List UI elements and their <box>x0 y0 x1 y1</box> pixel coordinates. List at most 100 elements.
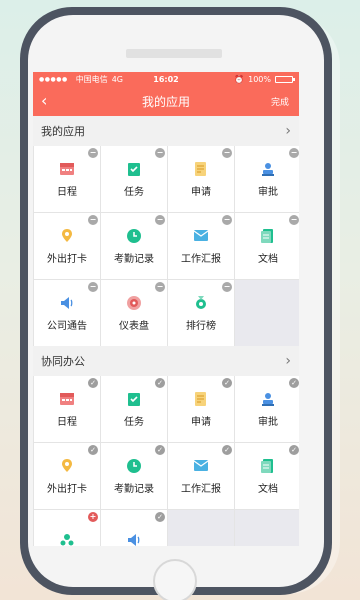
report-icon <box>193 229 209 241</box>
document-icon <box>261 228 273 243</box>
app-tile[interactable]: 排行榜 − <box>168 280 234 346</box>
attendance-icon <box>127 458 141 473</box>
app-tile[interactable]: 工作汇报 ✓ <box>168 443 234 509</box>
app-tile[interactable]: 日程 − <box>34 146 100 212</box>
app-tile-label: 文档 <box>258 253 278 265</box>
remove-badge-icon[interactable]: − <box>88 215 98 225</box>
app-tile[interactable]: 考勤记录 − <box>101 213 167 279</box>
chevron-right-icon: › <box>285 353 291 369</box>
nav-bar: ‹ 我的应用 完成 <box>33 86 299 116</box>
app-tile-label: 审批 <box>258 416 278 428</box>
app-tile[interactable]: ✓ <box>101 510 167 546</box>
app-tile[interactable]: 公司通告 − <box>34 280 100 346</box>
app-tile[interactable]: 仪表盘 − <box>101 280 167 346</box>
ranking-icon <box>196 295 206 309</box>
check-badge-icon[interactable]: ✓ <box>289 378 299 388</box>
chevron-right-icon: › <box>285 123 291 139</box>
app-tile[interactable]: 工作汇报 − <box>168 213 234 279</box>
app-tile[interactable]: 文档 − <box>235 213 299 279</box>
remove-badge-icon[interactable]: − <box>222 148 232 158</box>
app-tile-label: 考勤记录 <box>114 483 154 495</box>
alarm-icon: ⏰ <box>234 74 245 84</box>
check-badge-icon[interactable]: ✓ <box>155 378 165 388</box>
people-icon <box>60 534 74 546</box>
speaker-slot <box>126 49 222 58</box>
section-header-collab[interactable]: 协同办公 › <box>33 346 299 376</box>
app-tile-label: 申请 <box>191 186 211 198</box>
back-chevron-icon[interactable]: ‹ <box>41 91 47 110</box>
my-apps-grid: 日程 − 任务 − 申请 − 审批 − 外出打卡 − 考勤记录 − 工作汇报 − 文档 − 公司通告 − 仪表盘 − 排… <box>33 146 299 346</box>
remove-badge-icon[interactable]: − <box>222 282 232 292</box>
collab-grid: 日程 ✓ 任务 ✓ 申请 ✓ 审批 ✓ 外出打卡 ✓ 考勤记录 ✓ 工作汇报 ✓ 文档 ✓ + ✓ <box>33 376 299 546</box>
app-tile[interactable]: + <box>34 510 100 546</box>
app-tile[interactable]: 考勤记录 ✓ <box>101 443 167 509</box>
app-tile-label: 任务 <box>124 186 144 198</box>
empty-tile <box>235 280 299 346</box>
add-badge-icon[interactable]: + <box>88 512 98 522</box>
empty-tile <box>235 510 299 546</box>
app-tile-label: 外出打卡 <box>47 483 87 495</box>
app-tile[interactable]: 审批 − <box>235 146 299 212</box>
check-badge-icon[interactable]: ✓ <box>88 445 98 455</box>
app-tile-label: 工作汇报 <box>181 483 221 495</box>
announcement-icon <box>128 534 140 546</box>
approve-icon <box>262 392 274 406</box>
app-tile-label: 仪表盘 <box>119 320 149 332</box>
checkin-icon <box>62 458 72 472</box>
checkin-icon <box>62 228 72 242</box>
app-tile[interactable]: 审批 ✓ <box>235 376 299 442</box>
app-tile[interactable]: 任务 ✓ <box>101 376 167 442</box>
battery-percent: 100% <box>248 74 271 84</box>
check-badge-icon[interactable]: ✓ <box>155 445 165 455</box>
app-tile[interactable]: 外出打卡 − <box>34 213 100 279</box>
app-tile[interactable]: 任务 − <box>101 146 167 212</box>
task-icon <box>128 392 140 406</box>
apply-icon <box>195 161 206 176</box>
check-badge-icon[interactable]: ✓ <box>155 512 165 522</box>
app-tile-label: 任务 <box>124 416 144 428</box>
remove-badge-icon[interactable]: − <box>289 148 299 158</box>
remove-badge-icon[interactable]: − <box>88 148 98 158</box>
section-title: 我的应用 <box>41 125 85 138</box>
app-tile-label: 文档 <box>258 483 278 495</box>
report-icon <box>193 459 209 471</box>
app-tile-label: 考勤记录 <box>114 253 154 265</box>
calendar-icon <box>60 392 74 405</box>
dashboard-icon <box>127 295 141 310</box>
app-tile[interactable]: 申请 − <box>168 146 234 212</box>
remove-badge-icon[interactable]: − <box>155 215 165 225</box>
app-tile[interactable]: 外出打卡 ✓ <box>34 443 100 509</box>
section-title: 协同办公 <box>41 355 85 368</box>
remove-badge-icon[interactable]: − <box>155 148 165 158</box>
attendance-icon <box>127 228 141 243</box>
check-badge-icon[interactable]: ✓ <box>222 445 232 455</box>
empty-tile <box>168 510 234 546</box>
page-title: 我的应用 <box>141 94 190 109</box>
app-tile-label: 日程 <box>57 416 77 428</box>
announcement-icon <box>61 296 73 309</box>
remove-badge-icon[interactable]: − <box>289 215 299 225</box>
remove-badge-icon[interactable]: − <box>88 282 98 292</box>
app-tile-label: 审批 <box>258 186 278 198</box>
check-badge-icon[interactable]: ✓ <box>88 378 98 388</box>
battery-icon <box>275 75 295 83</box>
section-header-my-apps[interactable]: 我的应用 › <box>33 116 299 146</box>
apply-icon <box>195 391 206 406</box>
app-tile-label: 申请 <box>191 416 211 428</box>
calendar-icon <box>60 162 74 175</box>
home-button[interactable] <box>153 559 197 600</box>
app-tile-label: 排行榜 <box>186 320 216 332</box>
check-badge-icon[interactable]: ✓ <box>289 445 299 455</box>
app-tile-label: 日程 <box>57 186 77 198</box>
app-tile[interactable]: 申请 ✓ <box>168 376 234 442</box>
app-tile[interactable]: 文档 ✓ <box>235 443 299 509</box>
status-right: ⏰ 100% <box>234 74 295 84</box>
app-tile[interactable]: 日程 ✓ <box>34 376 100 442</box>
done-button[interactable]: 完成 <box>271 95 289 108</box>
remove-badge-icon[interactable]: − <box>155 282 165 292</box>
status-bar: ●●●●● 中国电信 4G 16:02 ⏰ 100% <box>33 72 299 86</box>
app-tile-label: 工作汇报 <box>181 253 221 265</box>
check-badge-icon[interactable]: ✓ <box>222 378 232 388</box>
app-tile-label: 外出打卡 <box>47 253 87 265</box>
remove-badge-icon[interactable]: − <box>222 215 232 225</box>
